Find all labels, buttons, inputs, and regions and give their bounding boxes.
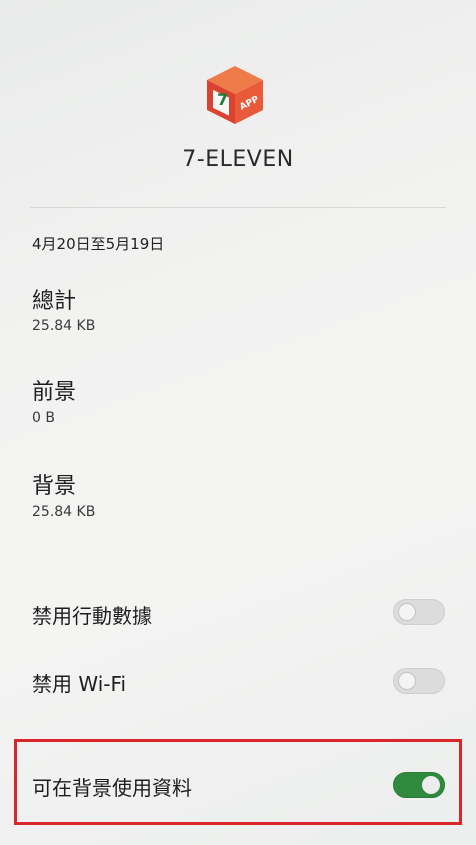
disable-mobile-data-label: 禁用行動數據 [32,604,152,628]
seven-eleven-app-icon: 7 APP [207,66,263,124]
total-value: 25.84 KB [32,318,96,334]
app-data-usage-screen: 7 APP 7-ELEVEN 4月20日至5月19日 總計 25.84 KB 前… [0,0,476,845]
total-label: 總計 [32,289,77,314]
app-name: 7-ELEVEN [182,147,294,172]
highlight-annotation-box [14,739,462,825]
foreground-value: 0 B [32,410,55,426]
disable-wifi-label: 禁用 Wi-Fi [32,672,127,696]
app-header: 7 APP 7-ELEVEN [0,0,476,205]
date-range[interactable]: 4月20日至5月19日 [32,233,164,254]
toggle-knob [398,603,416,621]
background-value: 25.84 KB [32,504,96,520]
svg-text:7: 7 [217,90,228,109]
toggle-knob [398,672,416,690]
background-label: 背景 [32,474,77,499]
disable-mobile-data-toggle[interactable] [393,599,445,625]
foreground-label: 前景 [32,380,77,405]
disable-wifi-toggle[interactable] [393,668,445,694]
header-divider [30,207,446,208]
